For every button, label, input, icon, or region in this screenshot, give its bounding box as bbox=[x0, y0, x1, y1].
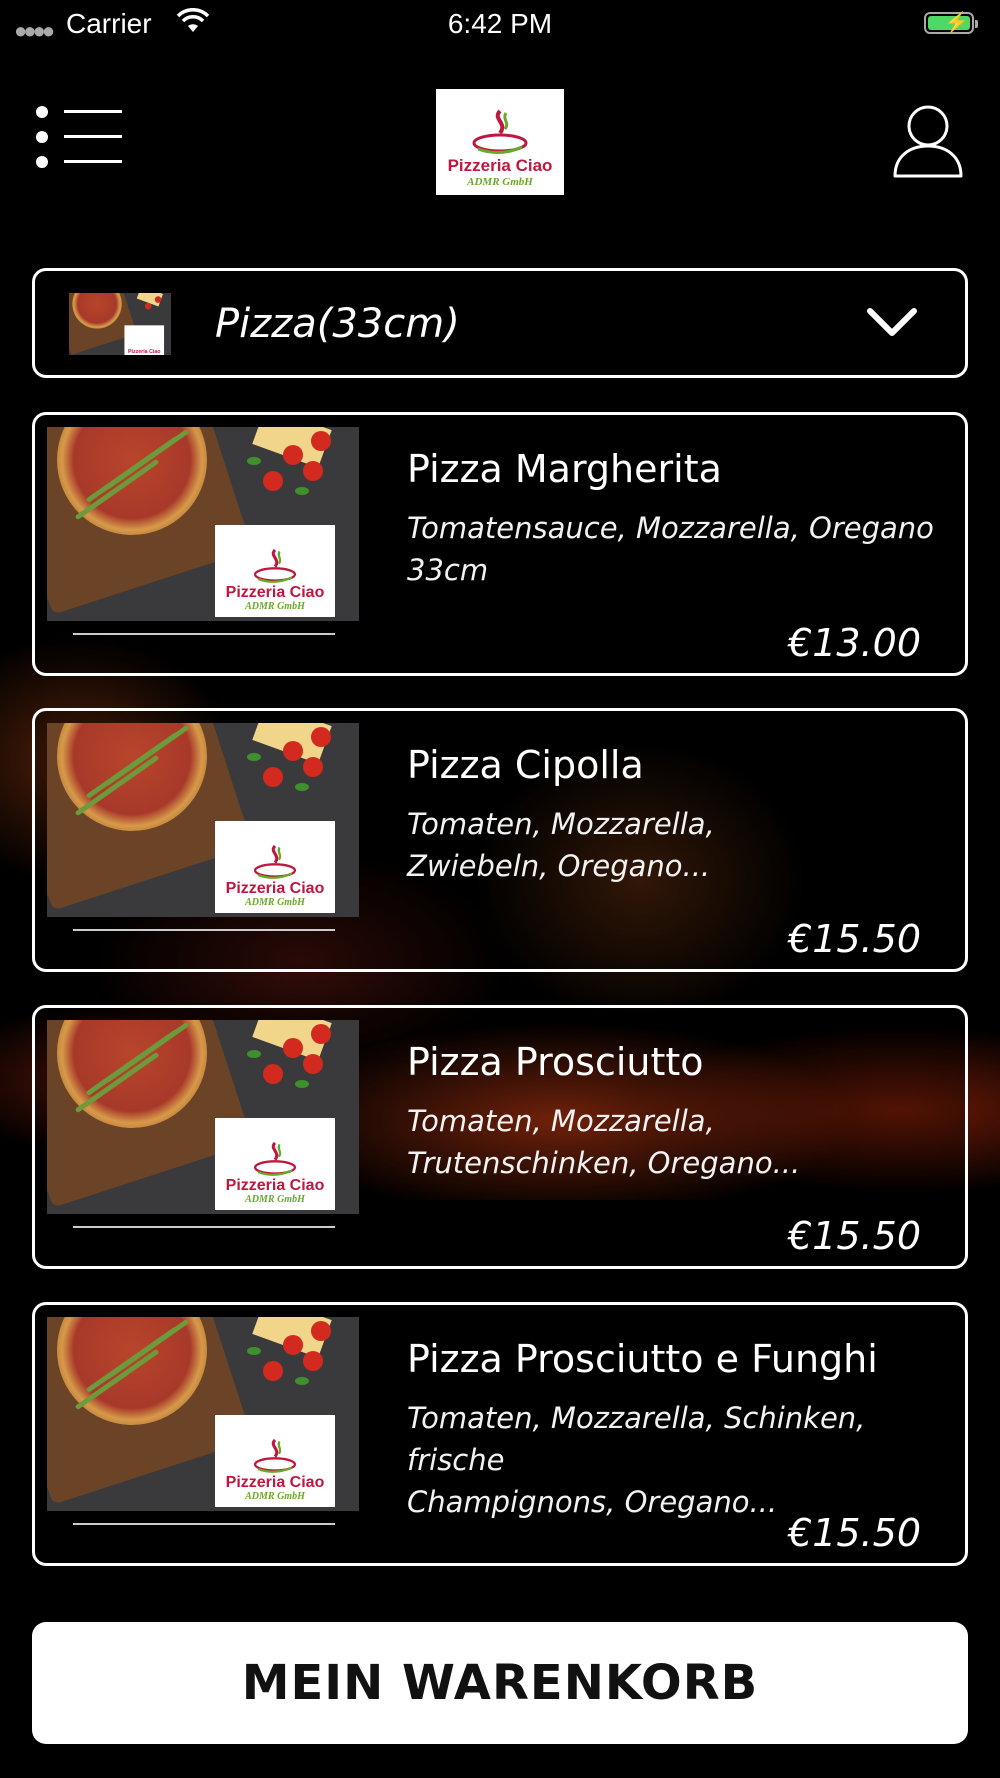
category-thumbnail: Pizzeria Ciao bbox=[69, 293, 171, 355]
product-card-2[interactable]: Pizzeria Ciao ADMR GmbH Pizza Cipolla To… bbox=[32, 708, 968, 972]
image-badge-name: Pizzeria Ciao bbox=[225, 1177, 325, 1194]
image-divider bbox=[73, 1226, 335, 1228]
image-badge-subtitle: ADMR GmbH bbox=[245, 897, 305, 908]
product-description-line1: Tomaten, Mozzarella, bbox=[407, 1104, 715, 1138]
product-title: Pizza Cipolla bbox=[407, 743, 644, 787]
product-title: Pizza Margherita bbox=[407, 447, 722, 491]
product-card-3[interactable]: Pizzeria Ciao ADMR GmbH Pizza Prosciutto… bbox=[32, 1005, 968, 1269]
status-time: 6:42 PM bbox=[447, 8, 553, 39]
cart-button[interactable]: MEIN WARENKORB bbox=[32, 1622, 968, 1744]
product-price: €15.50 bbox=[788, 1511, 921, 1555]
user-icon[interactable] bbox=[892, 104, 964, 180]
image-divider bbox=[73, 633, 335, 635]
image-badge-name: Pizzeria Ciao bbox=[225, 880, 325, 897]
product-description-line1: Tomaten, Mozzarella, bbox=[407, 807, 715, 841]
product-image: Pizzeria Ciao ADMR GmbH bbox=[47, 1317, 359, 1511]
logo-name: Pizzeria Ciao bbox=[447, 156, 553, 175]
product-price: €15.50 bbox=[788, 1214, 921, 1258]
product-title: Pizza Prosciutto bbox=[407, 1040, 704, 1084]
product-description: Tomaten, Mozzarella, Schinken, frische C… bbox=[407, 1397, 947, 1523]
category-dropdown[interactable]: Pizzeria Ciao Pizza(33cm) bbox=[32, 268, 968, 378]
product-price: €13.00 bbox=[788, 621, 921, 665]
battery-charging-icon: ⚡ bbox=[924, 12, 978, 34]
product-image: Pizzeria Ciao ADMR GmbH bbox=[47, 427, 359, 621]
menu-icon[interactable] bbox=[36, 106, 126, 170]
product-description: Tomatensauce, Mozzarella, Oregano 33cm bbox=[407, 507, 947, 591]
logo-swirl-icon bbox=[472, 109, 528, 154]
chevron-down-icon bbox=[867, 308, 917, 336]
product-description-line2: 33cm bbox=[407, 553, 489, 587]
image-badge-subtitle: ADMR GmbH bbox=[245, 1194, 305, 1205]
product-description: Tomaten, Mozzarella, Zwiebeln, Oregano..… bbox=[407, 803, 947, 887]
product-image: Pizzeria Ciao ADMR GmbH bbox=[47, 723, 359, 917]
category-label: Pizza(33cm) bbox=[215, 301, 460, 347]
image-divider bbox=[73, 1523, 335, 1525]
product-description-line2: Zwiebeln, Oregano... bbox=[407, 849, 711, 883]
status-bar: ●●●● Carrier 6:42 PM ⚡ bbox=[0, 0, 1000, 48]
product-description-line1: Tomaten, Mozzarella, Schinken, frische bbox=[407, 1401, 866, 1477]
product-description-line2: Trutenschinken, Oregano... bbox=[407, 1146, 801, 1180]
product-title: Pizza Prosciutto e Funghi bbox=[407, 1337, 878, 1381]
image-divider bbox=[73, 929, 335, 931]
pizzeria-logo: Pizzeria Ciao ADMR GmbH bbox=[436, 89, 564, 195]
image-badge-subtitle: ADMR GmbH bbox=[245, 601, 305, 612]
product-card-1[interactable]: Pizzeria Ciao ADMR GmbH Pizza Margherita… bbox=[32, 412, 968, 676]
product-description-line1: Tomatensauce, Mozzarella, Oregano bbox=[407, 511, 934, 545]
product-price: €15.50 bbox=[788, 917, 921, 961]
thumbnail-badge-label: Pizzeria Ciao bbox=[127, 348, 161, 355]
product-description: Tomaten, Mozzarella, Trutenschinken, Ore… bbox=[407, 1100, 947, 1184]
image-badge-name: Pizzeria Ciao bbox=[225, 584, 325, 601]
image-badge-subtitle: ADMR GmbH bbox=[245, 1491, 305, 1502]
product-image: Pizzeria Ciao ADMR GmbH bbox=[47, 1020, 359, 1214]
product-card-4[interactable]: Pizzeria Ciao ADMR GmbH Pizza Prosciutto… bbox=[32, 1302, 968, 1566]
logo-subtitle: ADMR GmbH bbox=[467, 176, 533, 188]
image-badge-name: Pizzeria Ciao bbox=[225, 1474, 325, 1491]
